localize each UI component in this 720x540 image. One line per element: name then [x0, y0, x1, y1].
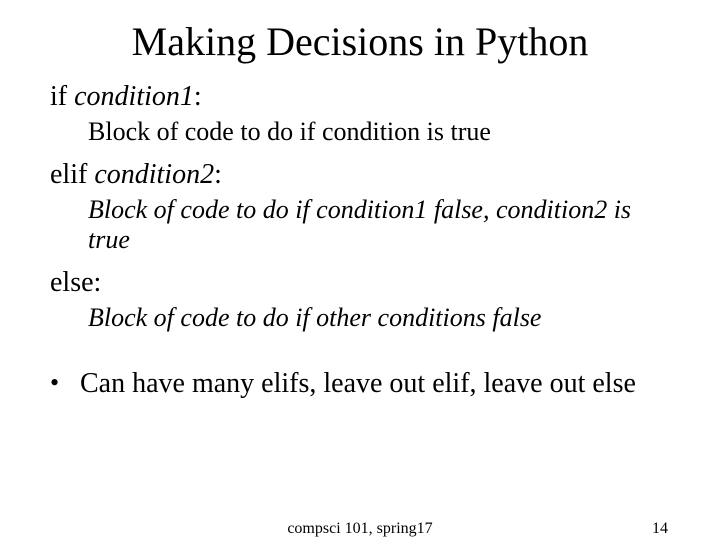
bullet-dot-icon: • — [50, 367, 80, 398]
slide: Making Decisions in Python if condition1… — [0, 0, 720, 540]
elif-line: elif condition2: — [50, 159, 670, 191]
if-condition: condition1 — [74, 81, 194, 112]
footer-page-number: 14 — [652, 520, 668, 538]
if-keyword: if — [50, 81, 74, 112]
elif-keyword: elif — [50, 159, 94, 190]
if-colon: : — [194, 81, 202, 112]
footer-course: compsci 101, spring17 — [0, 520, 720, 538]
elif-colon: : — [214, 159, 222, 190]
else-body: Block of code to do if other conditions … — [88, 303, 670, 333]
else-line: else: — [50, 267, 670, 299]
elif-body: Block of code to do if condition1 false,… — [88, 195, 670, 255]
bullet-text: Can have many elifs, leave out elif, lea… — [80, 367, 636, 401]
slide-title: Making Decisions in Python — [50, 18, 670, 65]
if-line: if condition1: — [50, 81, 670, 113]
if-body: Block of code to do if condition is true — [88, 117, 670, 147]
elif-condition: condition2 — [94, 159, 214, 190]
bullet-item: • Can have many elifs, leave out elif, l… — [50, 367, 670, 401]
